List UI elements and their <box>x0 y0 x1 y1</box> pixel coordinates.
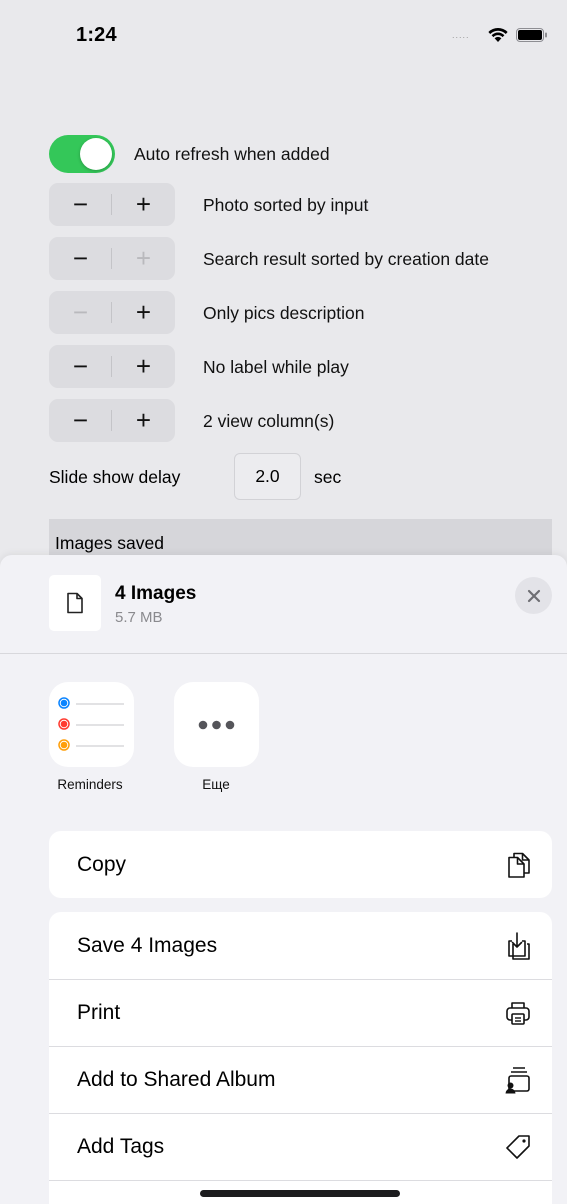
stepper-minus-button[interactable]: − <box>49 183 112 226</box>
stepper-1: − + <box>49 183 175 226</box>
reminders-icon <box>49 682 134 767</box>
sheet-divider <box>0 653 567 654</box>
app-label-more: Еще <box>202 777 230 792</box>
slide-show-delay-label: Slide show delay <box>49 467 181 487</box>
stepper-label: Search result sorted by creation date <box>203 249 489 269</box>
app-more[interactable] <box>174 682 259 767</box>
stepper-plus-button[interactable]: + <box>112 237 175 280</box>
add-tags-action[interactable]: Add Tags <box>49 1113 552 1180</box>
stepper-label: Photo sorted by input <box>203 195 369 215</box>
copy-label: Copy <box>77 852 127 876</box>
stepper-label: 2 view column(s) <box>203 411 335 431</box>
copy-action[interactable]: Copy <box>49 831 552 898</box>
action-group-copy: Copy <box>49 831 552 898</box>
close-button[interactable] <box>515 577 552 614</box>
status-time: 1:24 <box>76 24 117 46</box>
shared-album-icon <box>505 1067 530 1094</box>
more-icon <box>174 682 259 767</box>
signal-dots: ..... <box>452 30 470 40</box>
stepper-plus-button[interactable]: + <box>112 345 175 388</box>
stepper-3: − + <box>49 291 175 334</box>
stepper-minus-button[interactable]: − <box>49 237 112 280</box>
stepper-4: − + <box>49 345 175 388</box>
print-action[interactable]: Print <box>49 979 552 1046</box>
wifi-icon <box>488 27 508 42</box>
stepper-minus-button[interactable]: − <box>49 399 112 442</box>
copy-icon <box>508 852 530 878</box>
save-images-action[interactable]: Save 4 Images <box>49 912 552 979</box>
stepper-2: − + <box>49 237 175 280</box>
auto-refresh-label: Auto refresh when added <box>134 144 330 164</box>
save-icon <box>508 931 530 960</box>
toggle-knob <box>80 138 112 170</box>
share-subtitle: 5.7 MB <box>115 609 163 626</box>
shared-album-action[interactable]: Add to Shared Album <box>49 1046 552 1113</box>
slide-show-delay-input[interactable]: 2.0 <box>234 453 301 500</box>
battery-icon <box>516 28 547 42</box>
shared-album-label: Add to Shared Album <box>77 1068 276 1091</box>
add-tags-label: Add Tags <box>77 1135 165 1158</box>
auto-refresh-toggle[interactable] <box>49 135 115 173</box>
print-icon <box>506 1002 530 1025</box>
print-label: Print <box>77 1001 121 1024</box>
stepper-plus-button[interactable]: + <box>112 291 175 334</box>
slide-show-delay-unit: sec <box>314 467 342 487</box>
stepper-minus-button[interactable]: − <box>49 291 112 334</box>
stepper-label: Only pics description <box>203 303 365 323</box>
document-thumbnail <box>49 575 101 631</box>
app-label-reminders: Reminders <box>57 777 123 792</box>
stepper-label: No label while play <box>203 357 349 377</box>
stepper-minus-button[interactable]: − <box>49 345 112 388</box>
save-images-label: Save 4 Images <box>77 933 218 957</box>
stepper-plus-button[interactable]: + <box>112 399 175 442</box>
stepper-5: − + <box>49 399 175 442</box>
share-title: 4 Images <box>115 583 197 604</box>
stepper-plus-button[interactable]: + <box>112 183 175 226</box>
home-indicator <box>200 1190 400 1197</box>
action-group-main: Save 4 Images Print Add to Shared Album … <box>49 912 552 1204</box>
document-icon <box>67 592 83 614</box>
tag-icon <box>506 1135 530 1159</box>
app-reminders[interactable] <box>49 682 134 767</box>
close-icon <box>527 589 540 602</box>
